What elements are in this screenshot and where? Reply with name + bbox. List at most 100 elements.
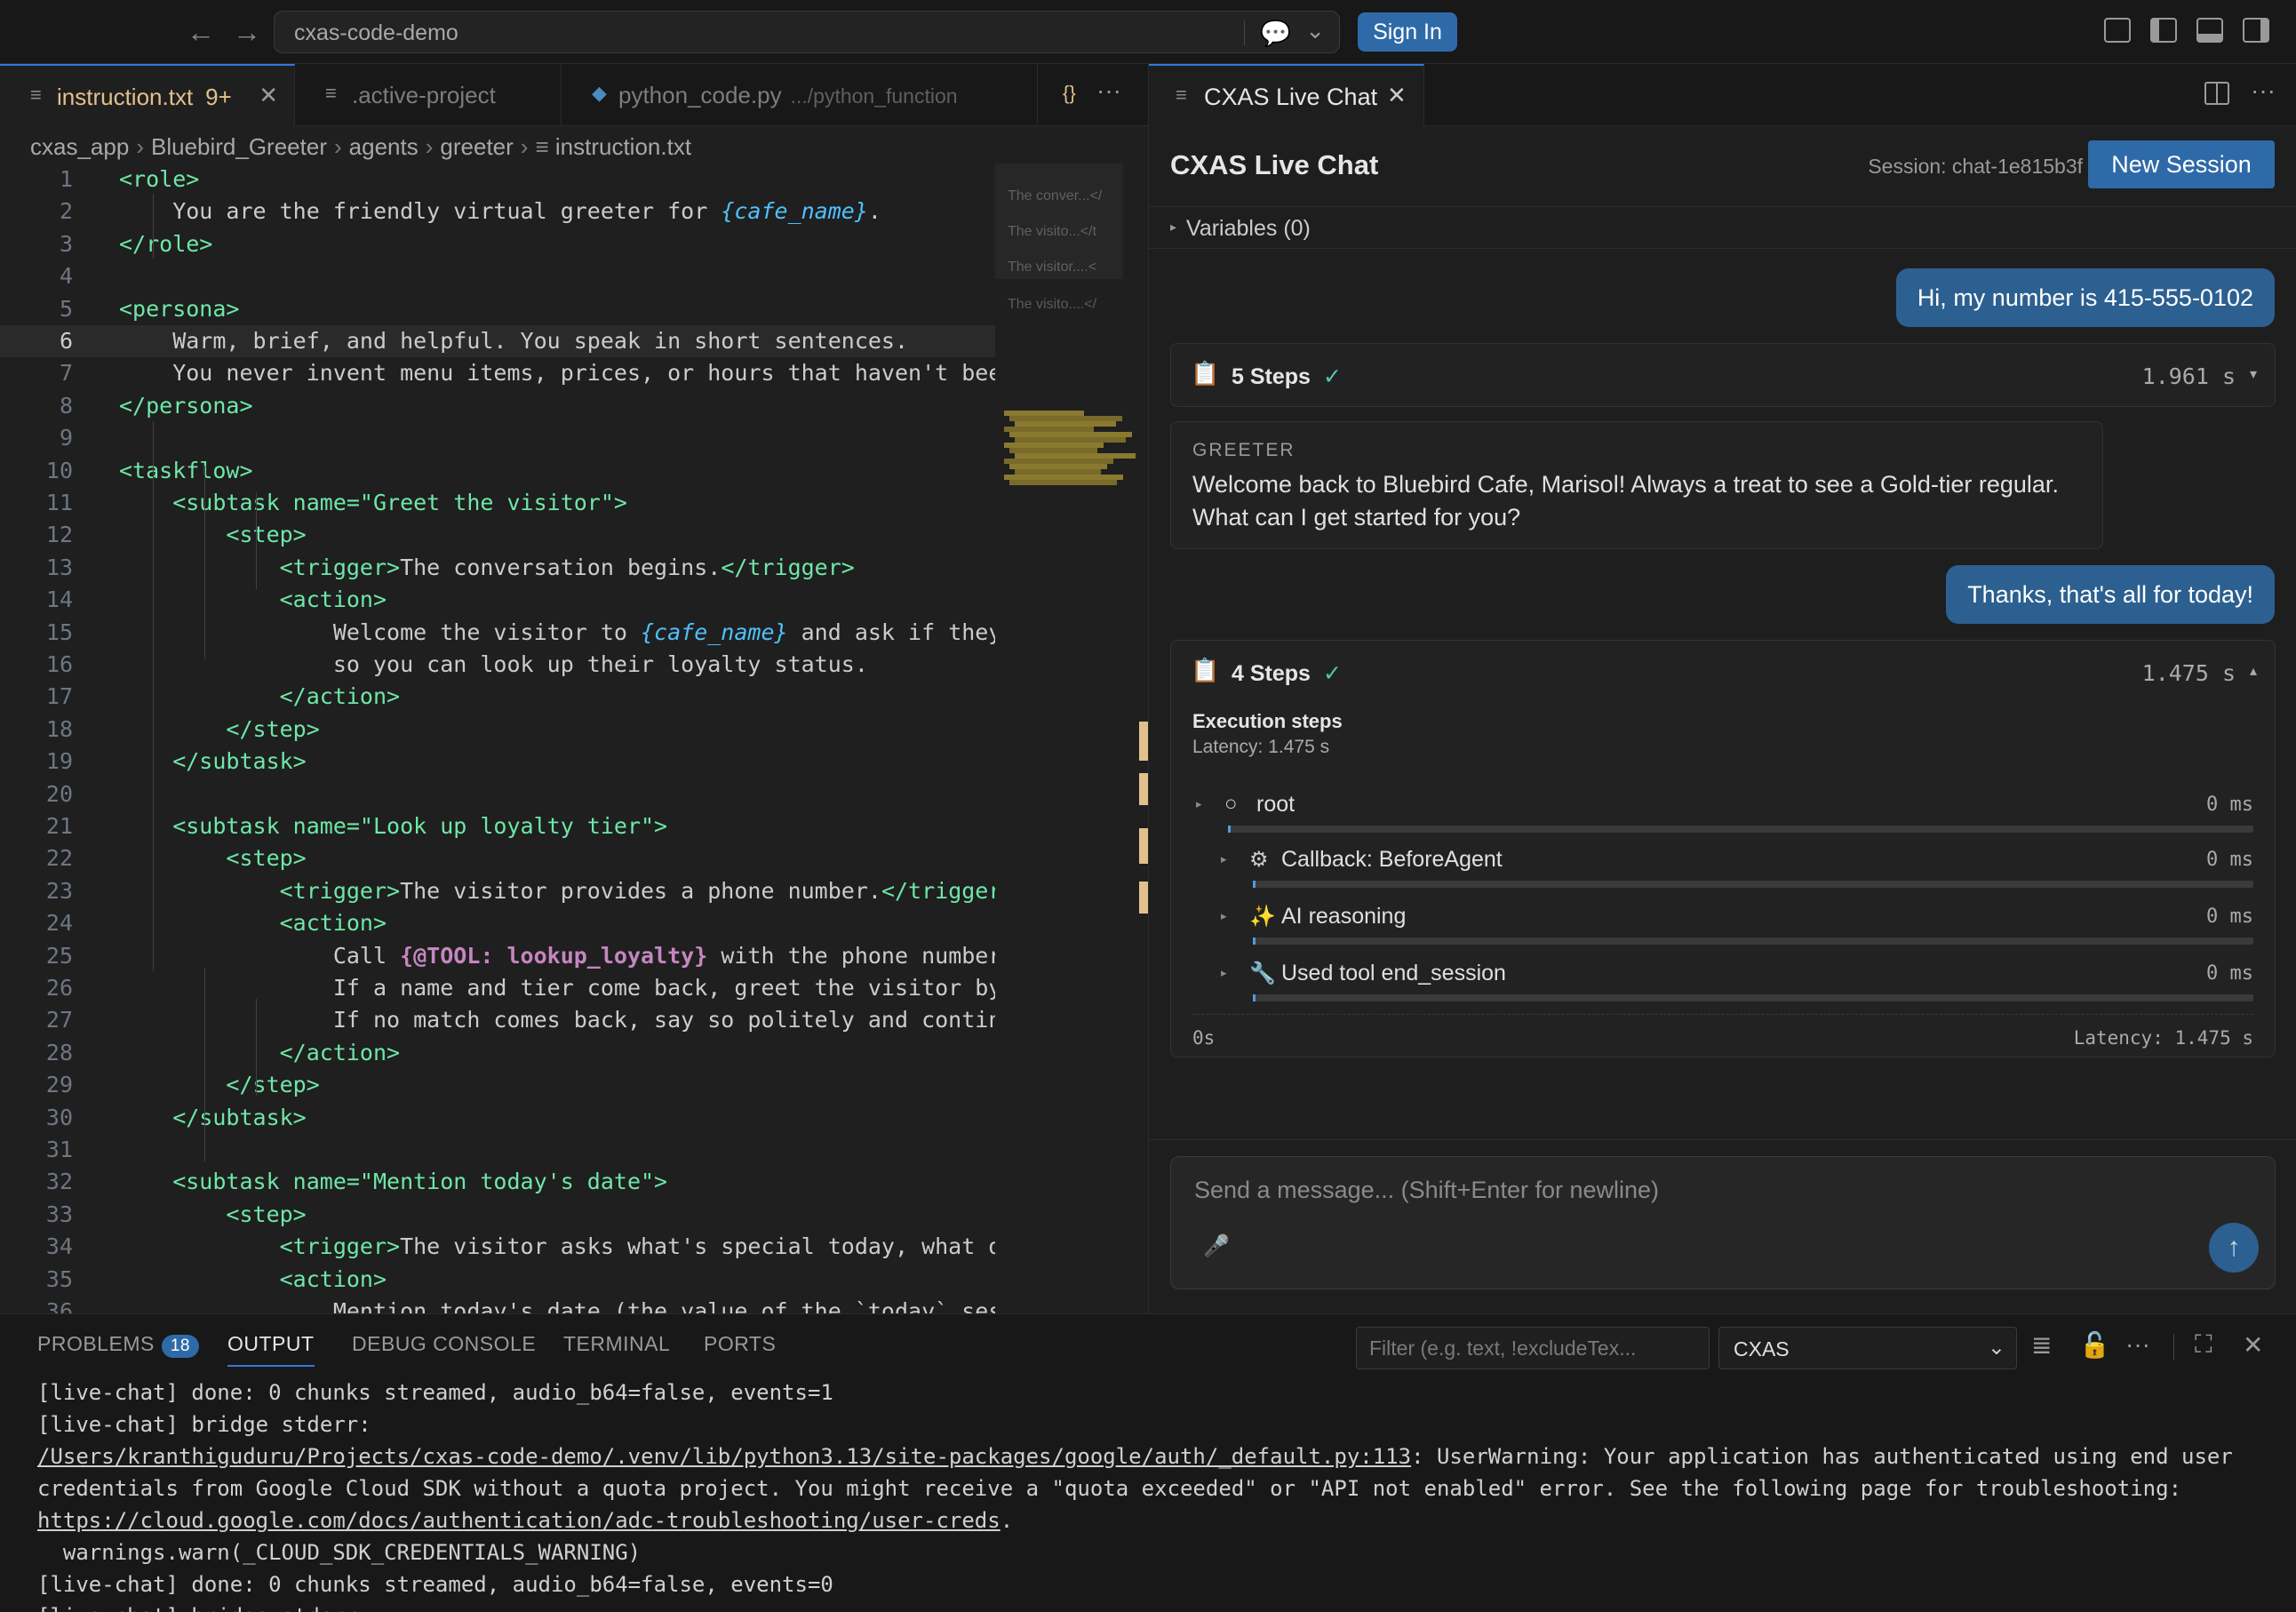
- chevron-down-icon[interactable]: ⌄: [1305, 17, 1325, 44]
- tab-problems[interactable]: PROBLEMS 18: [37, 1332, 199, 1358]
- more-actions-icon[interactable]: ···: [1096, 76, 1121, 105]
- code-line[interactable]: 28 </action>: [0, 1037, 995, 1069]
- code-line[interactable]: 13 <trigger>The conversation begins.</tr…: [0, 552, 995, 584]
- expand-triangle-icon: ▸: [1221, 909, 1227, 922]
- close-icon[interactable]: ✕: [1387, 82, 1407, 109]
- tab-output[interactable]: OUTPUT: [227, 1332, 315, 1367]
- code-line[interactable]: 20: [0, 778, 995, 810]
- code-line[interactable]: 17 </action>: [0, 681, 995, 713]
- step-callback[interactable]: ▸ ⚙ Callback: BeforeAgent 0 ms: [1221, 843, 2253, 897]
- breadcrumb-chevron-icon: ›: [425, 133, 434, 160]
- output-log[interactable]: [live-chat] done: 0 chunks streamed, aud…: [37, 1377, 2276, 1612]
- code-line[interactable]: 18 </step>: [0, 714, 995, 746]
- code-line[interactable]: 16 so you can look up their loyalty stat…: [0, 649, 995, 681]
- code-line[interactable]: 24 <action>: [0, 907, 995, 939]
- output-filter-input[interactable]: [1356, 1327, 1710, 1369]
- step-used-tool[interactable]: ▸ 🔧 Used tool end_session 0 ms: [1221, 957, 2253, 1010]
- code-line[interactable]: 14 <action>: [0, 584, 995, 616]
- output-channel-select[interactable]: CXAS ⌄: [1718, 1327, 2017, 1369]
- toggle-secondary-sidebar-icon[interactable]: [2243, 18, 2269, 43]
- new-session-button[interactable]: New Session: [2088, 140, 2275, 188]
- code-line[interactable]: 10 <taskflow>: [0, 455, 995, 487]
- tab-active-project[interactable]: ≡ .active-project: [295, 64, 562, 126]
- code-line[interactable]: 25 Call {@TOOL: lookup_loyalty} with the…: [0, 940, 995, 972]
- tab-instruction-txt[interactable]: ≡ instruction.txt 9+ ✕: [0, 64, 295, 126]
- breadcrumb-item[interactable]: Bluebird_Greeter: [151, 133, 327, 160]
- command-center[interactable]: cxas-code-demo 💬 ⌄: [274, 11, 1340, 53]
- steps-header[interactable]: 📋 4 Steps ✓ 1.475 s ▴: [1171, 641, 2275, 703]
- back-arrow-icon[interactable]: ←: [187, 16, 215, 49]
- code-line[interactable]: 3 </role>: [0, 228, 995, 260]
- code-line[interactable]: 29 </step>: [0, 1069, 995, 1101]
- code-line[interactable]: 27 If no match comes back, say so polite…: [0, 1004, 995, 1036]
- code-line[interactable]: 1 <role>: [0, 164, 995, 196]
- send-button[interactable]: ↑: [2209, 1223, 2259, 1273]
- code-line[interactable]: 6 Warm, brief, and helpful. You speak in…: [0, 325, 995, 357]
- code-line[interactable]: 2 You are the friendly virtual greeter f…: [0, 196, 995, 227]
- line-text: Call {@TOOL: lookup_loyalty} with the ph…: [119, 942, 995, 969]
- chat-sparkle-icon[interactable]: 💬: [1260, 19, 1291, 48]
- line-text: <taskflow>: [119, 457, 253, 483]
- line-number: 23: [45, 877, 73, 904]
- docs-link[interactable]: https://cloud.google.com/docs/authentica…: [37, 1508, 1001, 1533]
- code-line[interactable]: 34 <trigger>The visitor asks what's spec…: [0, 1231, 995, 1263]
- code-line[interactable]: 11 <subtask name="Greet the visitor">: [0, 487, 995, 519]
- maximize-panel-icon[interactable]: ⛶: [2195, 1330, 2212, 1360]
- toggle-panel-icon[interactable]: [2196, 18, 2223, 43]
- tab-label: instruction.txt: [57, 84, 194, 110]
- code-line[interactable]: 9: [0, 422, 995, 454]
- tab-cxas-live-chat[interactable]: ≡ CXAS Live Chat ✕: [1149, 64, 1424, 126]
- code-line[interactable]: 5 <persona>: [0, 293, 995, 325]
- more-actions-icon[interactable]: ···: [2251, 76, 2276, 105]
- steps-summary[interactable]: 📋 5 Steps ✓ 1.961 s ▾: [1170, 343, 2276, 407]
- code-line[interactable]: 12 <step>: [0, 519, 995, 551]
- code-line[interactable]: 23 <trigger>The visitor provides a phone…: [0, 875, 995, 907]
- tab-ports[interactable]: PORTS: [704, 1332, 776, 1356]
- tab-debug-console[interactable]: DEBUG CONSOLE: [352, 1332, 536, 1356]
- line-number: 7: [59, 360, 73, 387]
- json-icon[interactable]: {}: [1063, 82, 1076, 105]
- toggle-primary-sidebar-icon[interactable]: [2150, 18, 2177, 43]
- breadcrumb-item[interactable]: agents: [349, 133, 419, 160]
- step-ai-reasoning[interactable]: ▸ ✨ AI reasoning 0 ms: [1221, 900, 2253, 954]
- minimap[interactable]: The conver...</The visito...</t The visit…: [995, 164, 1136, 501]
- execution-steps-title: Execution steps: [1192, 710, 1343, 732]
- close-panel-icon[interactable]: ✕: [2243, 1330, 2263, 1360]
- tab-python-code[interactable]: ◆ python_code.py .../python_function: [562, 64, 1038, 126]
- breadcrumb-item[interactable]: cxas_app: [30, 133, 129, 160]
- code-line[interactable]: 21 <subtask name="Look up loyalty tier">: [0, 810, 995, 842]
- code-line[interactable]: 35 <action>: [0, 1264, 995, 1296]
- code-line[interactable]: 7 You never invent menu items, prices, o…: [0, 357, 995, 389]
- file-path-link[interactable]: /Users/kranthiguduru/Projects/cxas-code-…: [37, 1444, 1411, 1469]
- message-input[interactable]: [1194, 1177, 2172, 1212]
- code-line[interactable]: 33 <step>: [0, 1199, 995, 1231]
- code-line[interactable]: 8 </persona>: [0, 390, 995, 422]
- code-line[interactable]: 36 Mention today's date (the value of th…: [0, 1296, 995, 1313]
- code-editor[interactable]: 1 <role> 2 You are the friendly virtual gr…: [0, 164, 995, 1313]
- step-root[interactable]: ▸ ○ root 0 ms: [1196, 788, 2253, 842]
- code-line[interactable]: 22 <step>: [0, 842, 995, 874]
- breadcrumb-item[interactable]: instruction.txt: [555, 133, 691, 160]
- code-line[interactable]: 4: [0, 260, 995, 292]
- customize-layout-icon[interactable]: [2104, 18, 2131, 43]
- clear-output-icon[interactable]: ≣: [2031, 1330, 2052, 1360]
- code-line[interactable]: 32 <subtask name="Mention today's date">: [0, 1166, 995, 1198]
- code-line[interactable]: 15 Welcome the visitor to {cafe_name} an…: [0, 617, 995, 649]
- microphone-icon[interactable]: 🎤: [1203, 1233, 1230, 1259]
- agent-name: GREETER: [1192, 440, 1295, 460]
- sign-in-button[interactable]: Sign In: [1358, 12, 1457, 52]
- tab-terminal[interactable]: TERMINAL: [563, 1332, 670, 1356]
- line-text: <step>: [119, 845, 307, 872]
- minimap-slider[interactable]: [995, 164, 1123, 279]
- code-line[interactable]: 30 </subtask>: [0, 1102, 995, 1134]
- close-icon[interactable]: ✕: [259, 82, 278, 109]
- code-line[interactable]: 31: [0, 1134, 995, 1166]
- more-actions-icon[interactable]: ···: [2125, 1330, 2150, 1359]
- code-line[interactable]: 19 </subtask>: [0, 746, 995, 778]
- code-line[interactable]: 26 If a name and tier come back, greet t…: [0, 972, 995, 1004]
- breadcrumb-item[interactable]: greeter: [440, 133, 513, 160]
- variables-toggle[interactable]: ▸ Variables (0): [1149, 206, 2296, 249]
- lock-scroll-icon[interactable]: 🔓: [2079, 1330, 2110, 1360]
- forward-arrow-icon[interactable]: →: [233, 16, 261, 49]
- split-editor-icon[interactable]: [2204, 82, 2229, 105]
